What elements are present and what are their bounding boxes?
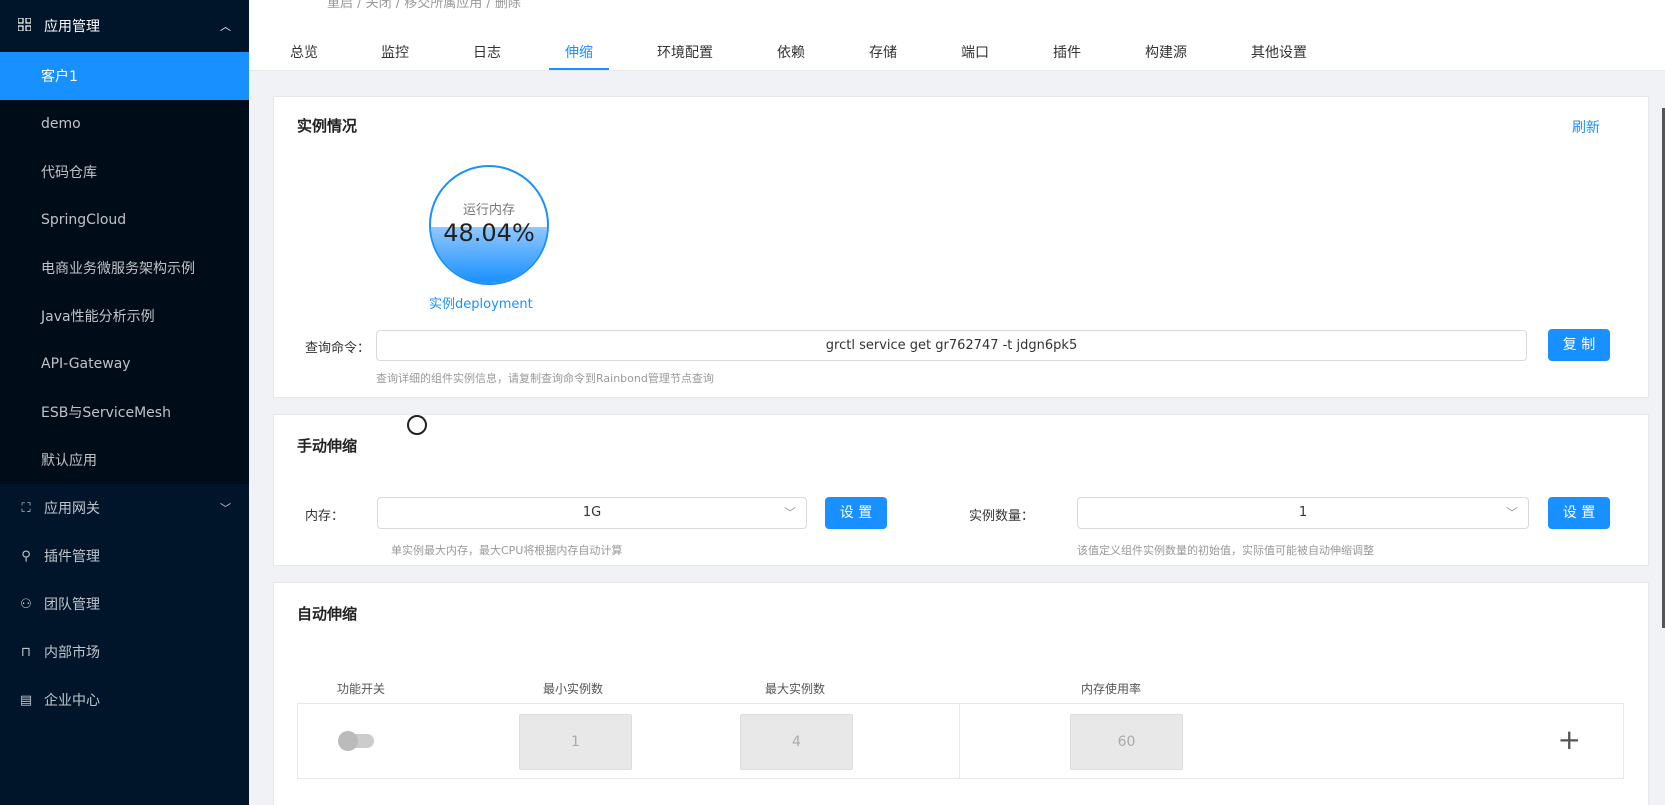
query-label: 查询命令： <box>305 341 371 356</box>
plugin-icon: ⚲ <box>21 548 31 564</box>
sidebar-item-label: ESB与ServiceMesh <box>41 405 171 421</box>
copy-button[interactable]: 复 制 <box>1548 329 1610 361</box>
tab-overview[interactable]: 总览 <box>290 42 318 62</box>
auto-title: 自动伸缩 <box>297 605 358 623</box>
sidebar-item-label: 企业中心 <box>44 693 100 709</box>
enterprise-icon: ▤ <box>19 692 33 708</box>
query-command-input[interactable]: grctl service get gr762747 -t jdgn6pk5 <box>376 330 1527 361</box>
market-icon: ⊓ <box>20 644 32 660</box>
action-links[interactable]: 重启 / 关闭 / 移交所属应用 / 删除 <box>327 0 521 11</box>
sidebar-item-plugins[interactable]: ⚲ 插件管理 <box>0 532 249 580</box>
sidebar-item-app-1[interactable]: demo <box>0 100 249 148</box>
mouse-cursor-icon <box>407 415 427 435</box>
row-divider <box>959 704 960 778</box>
sidebar-app-management-label: 应用管理 <box>44 19 100 35</box>
main-content: 重启 / 关闭 / 移交所属应用 / 删除 总览 监控 日志 伸缩 环境配置 依… <box>249 0 1665 805</box>
sidebar-item-app-0[interactable]: 客户1 <box>0 52 249 100</box>
instance-deployment-link[interactable]: 实例deployment <box>429 293 533 312</box>
chevron-down-icon: ﹀ <box>1505 506 1518 520</box>
gauge-label: 运行内存 <box>462 203 515 218</box>
memory-gauge: 运行内存 48.04% <box>429 165 549 285</box>
tab-ports[interactable]: 端口 <box>961 42 989 62</box>
tab-logs[interactable]: 日志 <box>473 42 501 62</box>
instance-count-hint: 该值定义组件实例数量的初始值，实际值可能被自动伸缩调整 <box>1077 544 1374 557</box>
instance-card: 实例情况 刷新 运行内存 48.04% 实例deployment 查询命令： g… <box>273 96 1649 398</box>
min-instances-input[interactable]: 1 <box>519 714 632 770</box>
toggle-knob <box>338 731 358 751</box>
auto-scaling-row: 1 4 60 + <box>297 703 1624 779</box>
instance-count-select[interactable]: 1 ﹀ <box>1077 497 1529 529</box>
memory-select-value: 1G <box>582 505 602 520</box>
grid-icon <box>17 16 34 35</box>
sidebar-item-app-4[interactable]: 电商业务微服务架构示例 <box>0 244 249 292</box>
sidebar-item-label: 电商业务微服务架构示例 <box>41 261 195 277</box>
sidebar-item-app-2[interactable]: 代码仓库 <box>0 148 249 196</box>
memory-set-button[interactable]: 设 置 <box>825 497 887 529</box>
memory-usage-input[interactable]: 60 <box>1070 714 1183 770</box>
sidebar: 应用管理 ︿ 客户1 demo 代码仓库 SpringCloud 电商业务微服务… <box>0 0 249 805</box>
manual-scaling-card: 手动伸缩 内存： 1G ﹀ 设 置 单实例最大内存，最大CPU将根据内存自动计算… <box>273 414 1649 566</box>
sidebar-item-app-3[interactable]: SpringCloud <box>0 196 249 244</box>
instance-count-value: 1 <box>1298 505 1308 520</box>
memory-select[interactable]: 1G ﹀ <box>377 497 807 529</box>
tab-env-config[interactable]: 环境配置 <box>657 42 713 62</box>
sidebar-item-label: 默认应用 <box>41 453 97 469</box>
max-instances-input[interactable]: 4 <box>740 714 853 770</box>
sidebar-item-label: demo <box>41 116 81 132</box>
sidebar-item-label: Java性能分析示例 <box>41 309 155 325</box>
tab-build-source[interactable]: 构建源 <box>1145 42 1187 62</box>
manual-title: 手动伸缩 <box>297 437 358 455</box>
auto-scaling-card: 自动伸缩 功能开关 最小实例数 最大实例数 内存使用率 1 4 60 + <box>273 582 1649 805</box>
sidebar-item-app-7[interactable]: ESB与ServiceMesh <box>0 388 249 436</box>
gauge-value: 48.04% <box>443 219 535 247</box>
app-submenu: 客户1 demo 代码仓库 SpringCloud 电商业务微服务架构示例 Ja… <box>0 52 249 484</box>
sidebar-item-label: 插件管理 <box>44 549 100 565</box>
tab-dependency[interactable]: 依赖 <box>777 42 805 62</box>
memory-hint: 单实例最大内存，最大CPU将根据内存自动计算 <box>391 544 623 557</box>
sidebar-item-label: 团队管理 <box>44 597 100 613</box>
instance-title: 实例情况 <box>297 117 358 135</box>
sidebar-item-label: 客户1 <box>41 69 78 85</box>
sidebar-item-app-5[interactable]: Java性能分析示例 <box>0 292 249 340</box>
sidebar-item-app-8[interactable]: 默认应用 <box>0 436 249 484</box>
tab-other-settings[interactable]: 其他设置 <box>1251 42 1307 62</box>
auto-scaling-toggle[interactable] <box>338 731 374 751</box>
memory-usage-header: 内存使用率 <box>1081 682 1142 696</box>
sidebar-item-label: 内部市场 <box>44 645 100 661</box>
sidebar-item-app-6[interactable]: API-Gateway <box>0 340 249 388</box>
sidebar-item-enterprise[interactable]: ▤ 企业中心 <box>0 676 249 724</box>
refresh-link[interactable]: 刷新 <box>1572 117 1600 137</box>
sidebar-item-label: SpringCloud <box>41 212 127 228</box>
sidebar-item-team[interactable]: ⚇ 团队管理 <box>0 580 249 628</box>
sidebar-app-management[interactable]: 应用管理 ︿ <box>0 0 249 52</box>
topbar: 重启 / 关闭 / 移交所属应用 / 删除 总览 监控 日志 伸缩 环境配置 依… <box>249 0 1665 71</box>
chevron-up-icon: ︿ <box>220 20 231 33</box>
tab-storage[interactable]: 存储 <box>869 42 897 62</box>
min-instances-header: 最小实例数 <box>543 682 604 696</box>
sidebar-item-market[interactable]: ⊓ 内部市场 <box>0 628 249 676</box>
sidebar-item-gateway[interactable]: ⛶ 应用网关 ﹀ <box>0 484 249 532</box>
max-instances-header: 最大实例数 <box>765 682 826 696</box>
sidebar-item-label: API-Gateway <box>41 356 131 372</box>
team-icon: ⚇ <box>20 596 32 612</box>
chevron-down-icon: ﹀ <box>783 506 796 520</box>
tab-active-indicator <box>549 68 609 70</box>
instance-count-set-button[interactable]: 设 置 <box>1548 497 1610 529</box>
gateway-icon: ⛶ <box>21 500 31 516</box>
chevron-down-icon: ﹀ <box>220 502 231 515</box>
sidebar-item-label: 应用网关 <box>44 501 100 517</box>
sidebar-item-label: 代码仓库 <box>41 165 97 181</box>
tab-monitor[interactable]: 监控 <box>381 42 409 62</box>
add-rule-icon[interactable]: + <box>1558 724 1581 756</box>
tab-scaling[interactable]: 伸缩 <box>565 42 593 62</box>
instance-count-label: 实例数量： <box>969 509 1035 524</box>
memory-label: 内存： <box>305 509 345 524</box>
switch-header: 功能开关 <box>337 682 386 696</box>
query-hint: 查询详细的组件实例信息，请复制查询命令到Rainbond管理节点查询 <box>376 372 714 385</box>
tab-plugins[interactable]: 插件 <box>1053 42 1081 62</box>
